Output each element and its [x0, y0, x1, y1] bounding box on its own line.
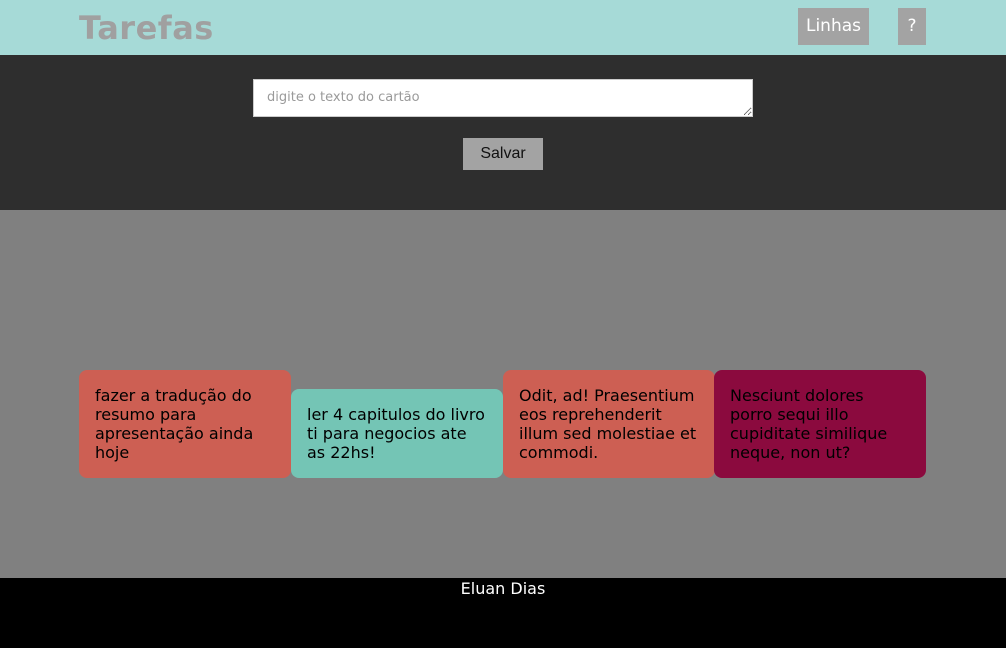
task-card[interactable]: ler 4 capitulos do livro ti para negocio…	[291, 389, 503, 478]
task-card-text: fazer a tradução do resumo para apresent…	[95, 386, 254, 462]
app-title: Tarefas	[79, 9, 214, 47]
footer-author: Eluan Dias	[460, 579, 546, 598]
page-footer: Eluan Dias	[0, 578, 1006, 648]
task-card[interactable]: Nesciunt dolores porro sequi illo cupidi…	[714, 370, 926, 478]
lines-button[interactable]: Linhas	[798, 8, 869, 45]
help-button[interactable]: ?	[898, 8, 926, 45]
task-card[interactable]: fazer a tradução do resumo para apresent…	[79, 370, 291, 478]
task-card-text: Nesciunt dolores porro sequi illo cupidi…	[730, 386, 888, 462]
task-card-text: Odit, ad! Praesentium eos reprehenderit …	[519, 386, 697, 462]
app-header: Tarefas Linhas ?	[0, 0, 1006, 55]
task-card[interactable]: Odit, ad! Praesentium eos reprehenderit …	[503, 370, 715, 478]
card-composer: Salvar	[0, 55, 1006, 210]
card-text-input[interactable]	[253, 79, 753, 117]
task-card-text: ler 4 capitulos do livro ti para negocio…	[307, 405, 485, 462]
cards-board: fazer a tradução do resumo para apresent…	[0, 210, 1006, 578]
save-button[interactable]: Salvar	[463, 138, 543, 170]
